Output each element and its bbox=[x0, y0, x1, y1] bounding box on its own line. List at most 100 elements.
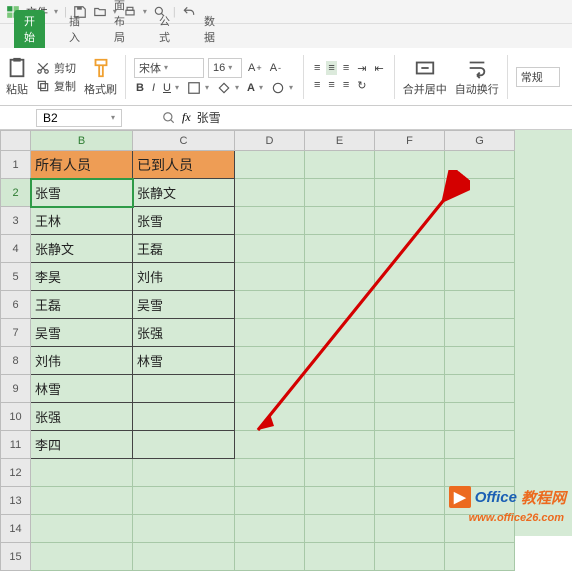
decrease-font-button[interactable]: A- bbox=[268, 61, 283, 75]
cell[interactable] bbox=[445, 151, 515, 179]
cell[interactable] bbox=[235, 347, 305, 375]
cell[interactable] bbox=[305, 375, 375, 403]
cell[interactable] bbox=[235, 543, 305, 571]
indent-dec-button[interactable]: ⇤ bbox=[372, 61, 385, 76]
cell[interactable] bbox=[375, 319, 445, 347]
cell[interactable] bbox=[375, 291, 445, 319]
col-header[interactable]: C bbox=[133, 131, 235, 151]
row-header[interactable]: 9 bbox=[1, 375, 31, 403]
cell[interactable] bbox=[445, 459, 515, 487]
cell[interactable] bbox=[305, 291, 375, 319]
cell[interactable]: 张静文 bbox=[31, 235, 133, 263]
cell[interactable] bbox=[305, 403, 375, 431]
row-header[interactable]: 15 bbox=[1, 543, 31, 571]
cell[interactable] bbox=[305, 235, 375, 263]
cell[interactable] bbox=[375, 375, 445, 403]
cell[interactable]: 王林 bbox=[31, 207, 133, 235]
cell[interactable]: 刘伟 bbox=[133, 263, 235, 291]
cell[interactable] bbox=[235, 319, 305, 347]
cell[interactable] bbox=[445, 263, 515, 291]
cell[interactable]: 林雪 bbox=[31, 375, 133, 403]
tab-data[interactable]: 数据 bbox=[194, 10, 225, 48]
row-header[interactable]: 4 bbox=[1, 235, 31, 263]
cell[interactable] bbox=[375, 263, 445, 291]
cell[interactable] bbox=[375, 515, 445, 543]
align-center-button[interactable]: ≡ bbox=[326, 78, 336, 92]
cell[interactable] bbox=[375, 151, 445, 179]
select-all-corner[interactable] bbox=[1, 131, 31, 151]
cell[interactable] bbox=[445, 319, 515, 347]
row-header[interactable]: 6 bbox=[1, 291, 31, 319]
name-box[interactable]: B2▾ bbox=[36, 109, 122, 127]
cell[interactable] bbox=[133, 403, 235, 431]
row-header[interactable]: 5 bbox=[1, 263, 31, 291]
cell[interactable] bbox=[235, 431, 305, 459]
tab-pagelayout[interactable]: 页面布局 bbox=[104, 0, 135, 48]
cell[interactable] bbox=[235, 291, 305, 319]
row-header[interactable]: 12 bbox=[1, 459, 31, 487]
font-size-select[interactable]: 16▾ bbox=[208, 58, 242, 78]
active-cell[interactable]: 张雪 bbox=[31, 179, 133, 207]
cell[interactable]: 李昊 bbox=[31, 263, 133, 291]
cell[interactable] bbox=[235, 179, 305, 207]
cell[interactable]: 林雪 bbox=[133, 347, 235, 375]
cell[interactable] bbox=[235, 151, 305, 179]
cell[interactable] bbox=[235, 375, 305, 403]
font-name-select[interactable]: 宋体▾ bbox=[134, 58, 204, 78]
cell[interactable] bbox=[133, 375, 235, 403]
insert-fn-icon[interactable] bbox=[162, 111, 176, 125]
cell[interactable] bbox=[305, 179, 375, 207]
cell[interactable] bbox=[375, 235, 445, 263]
cell[interactable] bbox=[375, 179, 445, 207]
merge-center-button[interactable]: 合并居中 bbox=[403, 57, 447, 97]
col-header[interactable]: E bbox=[305, 131, 375, 151]
cell[interactable] bbox=[305, 543, 375, 571]
cell[interactable] bbox=[133, 515, 235, 543]
cell[interactable]: 所有人员 bbox=[31, 151, 133, 179]
cell[interactable]: 张雪 bbox=[133, 207, 235, 235]
tab-formula[interactable]: 公式 bbox=[149, 10, 180, 48]
cell[interactable] bbox=[305, 459, 375, 487]
cell[interactable] bbox=[305, 347, 375, 375]
cell[interactable] bbox=[305, 263, 375, 291]
row-header[interactable]: 8 bbox=[1, 347, 31, 375]
cut-button[interactable]: 剪切 bbox=[36, 60, 76, 76]
cell[interactable] bbox=[305, 487, 375, 515]
cell[interactable] bbox=[445, 403, 515, 431]
number-format-select[interactable]: 常规 bbox=[516, 67, 560, 87]
copy-button[interactable]: 复制 bbox=[36, 78, 76, 94]
cell[interactable] bbox=[235, 459, 305, 487]
cell[interactable] bbox=[305, 515, 375, 543]
col-header[interactable]: D bbox=[235, 131, 305, 151]
cell[interactable]: 张强 bbox=[31, 403, 133, 431]
cell[interactable] bbox=[305, 431, 375, 459]
cell[interactable] bbox=[305, 151, 375, 179]
cell[interactable]: 吴雪 bbox=[133, 291, 235, 319]
formula-input[interactable]: 张雪 bbox=[197, 109, 221, 126]
row-header[interactable]: 10 bbox=[1, 403, 31, 431]
cell[interactable] bbox=[235, 235, 305, 263]
cell[interactable] bbox=[375, 347, 445, 375]
worksheet[interactable]: B C D E F G 1 所有人员 已到人员 2 张雪 张静文 3 王林 张雪… bbox=[0, 130, 572, 536]
row-header[interactable]: 2 bbox=[1, 179, 31, 207]
cell[interactable]: 已到人员 bbox=[133, 151, 235, 179]
cell[interactable] bbox=[445, 375, 515, 403]
tab-insert[interactable]: 插入 bbox=[59, 10, 90, 48]
col-header[interactable]: G bbox=[445, 131, 515, 151]
cell[interactable]: 张静文 bbox=[133, 179, 235, 207]
underline-button[interactable]: U▾ bbox=[161, 81, 181, 95]
cell[interactable] bbox=[445, 235, 515, 263]
orientation-button[interactable]: ↻ bbox=[355, 78, 368, 93]
cell[interactable] bbox=[375, 431, 445, 459]
cell[interactable] bbox=[133, 431, 235, 459]
cell[interactable] bbox=[305, 207, 375, 235]
cell[interactable] bbox=[305, 319, 375, 347]
cell[interactable]: 王磊 bbox=[133, 235, 235, 263]
cell[interactable] bbox=[375, 403, 445, 431]
cell[interactable] bbox=[375, 543, 445, 571]
cell[interactable] bbox=[445, 207, 515, 235]
italic-button[interactable]: I bbox=[150, 81, 157, 95]
cell[interactable] bbox=[133, 459, 235, 487]
cell[interactable] bbox=[235, 263, 305, 291]
cell[interactable] bbox=[31, 515, 133, 543]
